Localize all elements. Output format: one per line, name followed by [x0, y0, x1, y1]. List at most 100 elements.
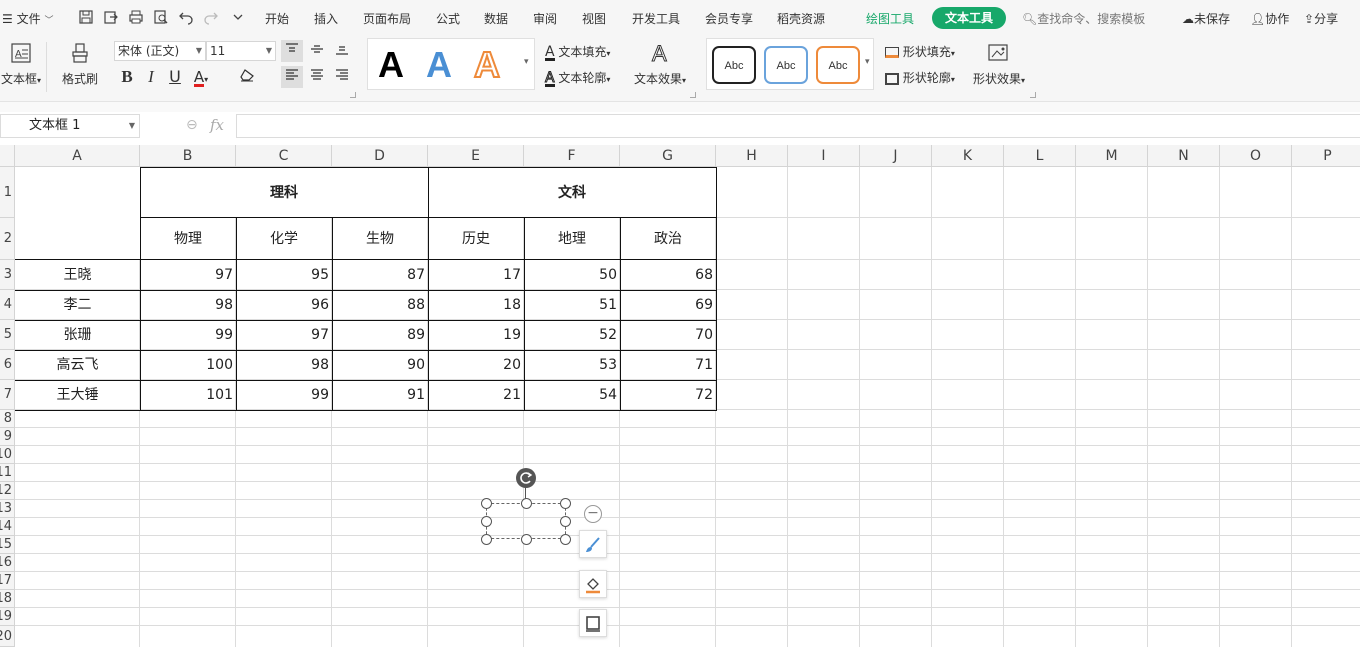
- italic-button[interactable]: I: [140, 66, 162, 88]
- row-header[interactable]: 2: [0, 218, 15, 260]
- tab-member[interactable]: 会员专享: [705, 10, 753, 27]
- row-header[interactable]: 18: [0, 590, 15, 608]
- resize-handle-n[interactable]: [521, 498, 532, 509]
- font-size-select[interactable]: 11 ▼: [206, 41, 276, 61]
- resize-handle-e[interactable]: [560, 516, 571, 527]
- tab-formulas[interactable]: 公式: [436, 10, 460, 27]
- share-button[interactable]: ⇪分享: [1304, 10, 1338, 27]
- student-name-cell[interactable]: 王晓: [15, 260, 140, 290]
- resize-handle-nw[interactable]: [481, 498, 492, 509]
- tab-review[interactable]: 审阅: [533, 10, 557, 27]
- student-name-cell[interactable]: 张珊: [15, 320, 140, 350]
- score-cell[interactable]: 87: [332, 260, 428, 290]
- row-header[interactable]: 4: [0, 290, 15, 320]
- score-cell[interactable]: 99: [236, 380, 332, 410]
- column-header[interactable]: N: [1148, 145, 1220, 167]
- subject-header[interactable]: 化学: [236, 224, 332, 254]
- column-header[interactable]: D: [332, 145, 428, 167]
- tab-developer[interactable]: 开发工具: [632, 10, 680, 27]
- text-style-orange-outline[interactable]: A: [473, 44, 501, 86]
- formula-input[interactable]: [236, 114, 1360, 138]
- row-header[interactable]: 14: [0, 518, 15, 536]
- score-cell[interactable]: 96: [236, 290, 332, 320]
- score-cell[interactable]: 71: [620, 350, 716, 380]
- shape-style-black[interactable]: Abc: [712, 46, 756, 84]
- textbox-button[interactable]: A 文本框▾: [0, 42, 42, 87]
- score-cell[interactable]: 101: [140, 380, 236, 410]
- student-name-cell[interactable]: 高云飞: [15, 350, 140, 380]
- tab-docer-resources[interactable]: 稻壳资源: [777, 10, 825, 27]
- undo-icon[interactable]: [178, 9, 194, 25]
- column-header[interactable]: B: [140, 145, 236, 167]
- score-cell[interactable]: 68: [620, 260, 716, 290]
- command-search[interactable]: 🔍︎查找命令、搜索模板: [1022, 10, 1145, 27]
- column-header[interactable]: J: [860, 145, 932, 167]
- dialog-launcher-icon[interactable]: [1030, 92, 1036, 98]
- resize-handle-se[interactable]: [560, 534, 571, 545]
- row-header[interactable]: 11: [0, 464, 15, 482]
- score-cell[interactable]: 54: [524, 380, 620, 410]
- gallery-more-icon[interactable]: ▾: [865, 57, 870, 67]
- dialog-launcher-icon[interactable]: [690, 92, 696, 98]
- score-cell[interactable]: 95: [236, 260, 332, 290]
- gallery-more-icon[interactable]: ▾: [524, 57, 529, 67]
- export-icon[interactable]: [103, 9, 119, 25]
- format-painter-button[interactable]: 格式刷: [58, 42, 102, 87]
- row-header[interactable]: 12: [0, 482, 15, 500]
- resize-handle-w[interactable]: [481, 516, 492, 527]
- score-cell[interactable]: 98: [236, 350, 332, 380]
- text-style-black[interactable]: A: [378, 45, 404, 85]
- row-header[interactable]: 7: [0, 380, 15, 410]
- subject-header[interactable]: 地理: [524, 224, 620, 254]
- font-name-select[interactable]: 宋体 (正文) ▼: [114, 41, 206, 61]
- student-name-cell[interactable]: 王大锤: [15, 380, 140, 410]
- score-cell[interactable]: 18: [428, 290, 524, 320]
- resize-handle-ne[interactable]: [560, 498, 571, 509]
- group-header-science[interactable]: 理科: [140, 178, 428, 208]
- score-cell[interactable]: 72: [620, 380, 716, 410]
- score-cell[interactable]: 50: [524, 260, 620, 290]
- column-header[interactable]: F: [524, 145, 620, 167]
- shape-outline-button[interactable]: 形状轮廓▾: [885, 69, 955, 86]
- dialog-launcher-icon[interactable]: [350, 92, 356, 98]
- align-top-button[interactable]: [281, 40, 303, 62]
- print-preview-icon[interactable]: [153, 9, 169, 25]
- score-cell[interactable]: 90: [332, 350, 428, 380]
- column-header[interactable]: I: [788, 145, 860, 167]
- column-header[interactable]: L: [1004, 145, 1076, 167]
- column-header[interactable]: A: [15, 145, 140, 167]
- score-cell[interactable]: 21: [428, 380, 524, 410]
- score-cell[interactable]: 89: [332, 320, 428, 350]
- unsaved-button[interactable]: ☁未保存: [1182, 10, 1230, 27]
- column-header[interactable]: O: [1220, 145, 1292, 167]
- subject-header[interactable]: 物理: [140, 224, 236, 254]
- underline-button[interactable]: U: [164, 66, 186, 88]
- quick-fill-button[interactable]: [579, 570, 607, 598]
- score-cell[interactable]: 52: [524, 320, 620, 350]
- row-header[interactable]: 1: [0, 167, 15, 218]
- fx-icon[interactable]: fx: [210, 116, 224, 134]
- score-cell[interactable]: 70: [620, 320, 716, 350]
- score-cell[interactable]: 97: [236, 320, 332, 350]
- score-cell[interactable]: 100: [140, 350, 236, 380]
- row-header[interactable]: 9: [0, 428, 15, 446]
- align-left-button[interactable]: [281, 66, 303, 88]
- redo-icon[interactable]: [203, 9, 219, 25]
- row-header[interactable]: 17: [0, 572, 15, 590]
- column-header[interactable]: E: [428, 145, 524, 167]
- align-center-button[interactable]: [306, 66, 328, 88]
- score-cell[interactable]: 97: [140, 260, 236, 290]
- score-cell[interactable]: 17: [428, 260, 524, 290]
- tab-insert[interactable]: 插入: [314, 10, 338, 27]
- score-cell[interactable]: 69: [620, 290, 716, 320]
- subject-header[interactable]: 历史: [428, 224, 524, 254]
- quick-style-button[interactable]: [579, 530, 607, 558]
- align-right-button[interactable]: [331, 66, 353, 88]
- align-middle-button[interactable]: [306, 40, 328, 62]
- file-menu[interactable]: ☰ 文件 ﹀: [2, 10, 53, 27]
- shape-effects-button[interactable]: 形状效果▾: [968, 42, 1030, 87]
- column-header[interactable]: P: [1292, 145, 1360, 167]
- rotate-icon[interactable]: [516, 468, 536, 488]
- row-header[interactable]: 15: [0, 536, 15, 554]
- customize-chevron-icon[interactable]: [230, 9, 246, 25]
